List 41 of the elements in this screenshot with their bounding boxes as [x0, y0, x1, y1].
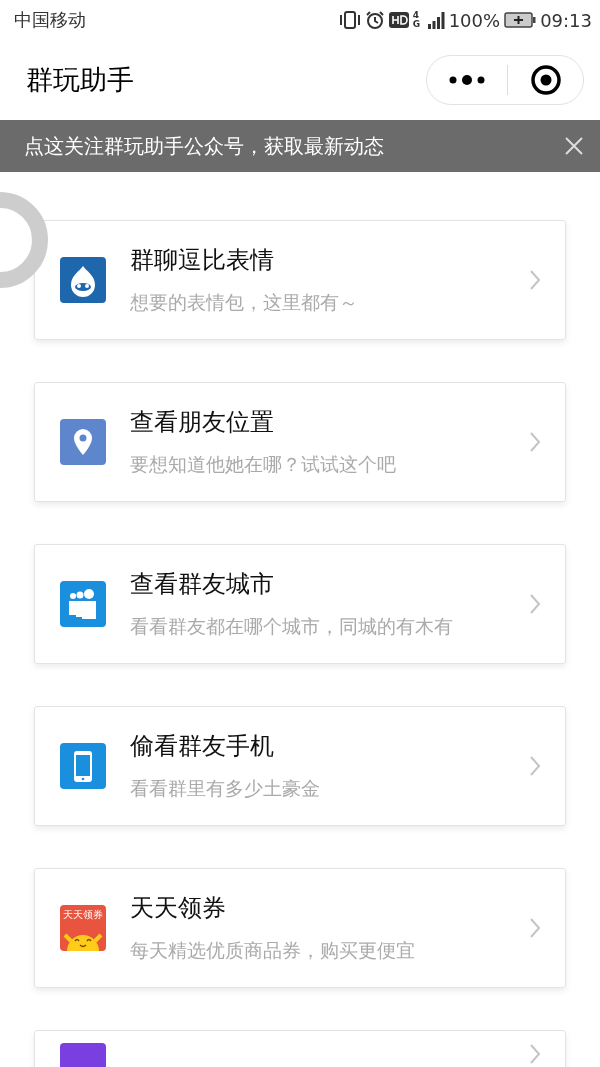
- feature-card[interactable]: 偷看群友手机 看看群里有多少土豪金: [34, 706, 566, 826]
- card-subtitle: 想要的表情包，这里都有～: [130, 290, 359, 315]
- hd-icon: [388, 12, 409, 28]
- location-pin-icon: [60, 419, 106, 465]
- card-subtitle: 看看群里有多少土豪金: [130, 776, 321, 801]
- card-title: 查看群友城市: [130, 569, 275, 600]
- network-label: 4G: [412, 11, 422, 29]
- feature-card[interactable]: 天天领券 天天领券 每天精选优质商品券，购买更便宜: [34, 868, 566, 988]
- notice-text: 点这关注群玩助手公众号，获取最新动态: [24, 132, 384, 160]
- chevron-right-icon: [529, 593, 541, 615]
- icon-label: 天天领券: [63, 908, 103, 922]
- card-title: 偷看群友手机: [130, 731, 275, 762]
- card-subtitle: 看看群友都在哪个城市，同城的有木有: [130, 614, 454, 639]
- close-miniprogram-icon[interactable]: [530, 64, 563, 96]
- feature-card[interactable]: 群聊逗比表情 想要的表情包，这里都有～: [34, 220, 566, 340]
- chevron-right-icon: [529, 269, 541, 291]
- card-subtitle: 每天精选优质商品券，购买更便宜: [130, 938, 416, 963]
- chevron-right-icon: [529, 1043, 541, 1065]
- water-drop-icon: [60, 257, 106, 303]
- signal-icon: [426, 11, 445, 29]
- battery-percent: 100%: [448, 9, 501, 31]
- chevron-right-icon: [529, 431, 541, 453]
- card-title: 群聊逗比表情: [130, 245, 275, 276]
- chevron-right-icon: [529, 755, 541, 777]
- clock-time: 09:13: [540, 9, 592, 31]
- card-title: 天天领券: [130, 893, 227, 924]
- card-subtitle: 要想知道他她在哪？试试这个吧: [130, 452, 397, 477]
- close-icon[interactable]: [564, 136, 584, 156]
- notice-bar[interactable]: 点这关注群玩助手公众号，获取最新动态: [0, 120, 600, 172]
- carrier-name: 中国移动: [14, 8, 86, 32]
- phone-icon: [60, 743, 106, 789]
- battery-charging-icon: [504, 12, 537, 28]
- people-icon: [60, 581, 106, 627]
- vibrate-icon: [338, 10, 361, 30]
- card-title: 查看朋友位置: [130, 407, 275, 438]
- feature-card[interactable]: 查看群友城市 看看群友都在哪个城市，同城的有木有: [34, 544, 566, 664]
- page-title: 群玩助手: [26, 63, 134, 97]
- more-icon[interactable]: [447, 74, 486, 86]
- chevron-right-icon: [529, 917, 541, 939]
- alarm-icon: [364, 10, 385, 30]
- feature-card[interactable]: 查看朋友位置 要想知道他她在哪？试试这个吧: [34, 382, 566, 502]
